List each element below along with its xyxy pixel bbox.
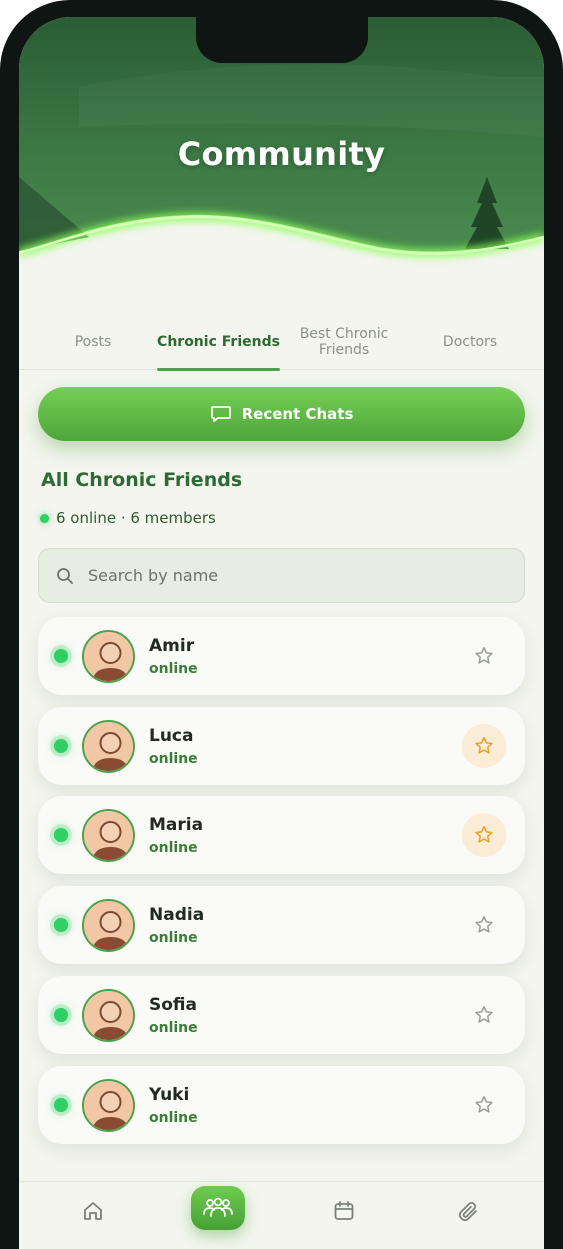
avatar — [82, 899, 135, 952]
nav-calendar[interactable] — [329, 1196, 359, 1226]
tab-chronic-friends[interactable]: Chronic Friends — [157, 313, 280, 371]
search-bar[interactable] — [38, 548, 525, 603]
friend-card[interactable]: Amir online — [38, 617, 525, 695]
avatar — [82, 720, 135, 773]
tab-posts[interactable]: Posts — [43, 313, 143, 370]
online-status-dot — [54, 739, 68, 753]
nav-community[interactable] — [191, 1186, 245, 1230]
friend-status: online — [149, 1110, 198, 1126]
favorite-star-button[interactable] — [462, 903, 506, 947]
friend-status: online — [149, 751, 198, 767]
favorite-star-button[interactable] — [462, 1083, 506, 1127]
search-input[interactable] — [88, 566, 488, 585]
online-indicator-icon — [40, 513, 49, 523]
favorite-star-button[interactable] — [462, 634, 506, 678]
nav-home[interactable] — [78, 1196, 108, 1226]
phone-frame: Community Posts Chronic Friends Best Chr… — [0, 0, 563, 1249]
friend-card[interactable]: Yuki online — [38, 1066, 525, 1144]
recent-chats-label: Recent Chats — [241, 405, 354, 423]
star-icon — [473, 645, 495, 667]
friend-name: Yuki — [149, 1085, 190, 1105]
star-icon — [473, 735, 495, 757]
tab-best-chronic-friends[interactable]: Best Chronic Friends — [290, 313, 398, 370]
friend-name: Sofia — [149, 995, 197, 1015]
favorite-star-button[interactable] — [462, 724, 506, 768]
online-status-dot — [54, 1008, 68, 1022]
home-icon — [84, 1202, 102, 1220]
chat-bubble-icon — [210, 405, 232, 423]
friend-card[interactable]: Sofia online — [38, 976, 525, 1054]
star-icon — [473, 1094, 495, 1116]
star-icon — [473, 1004, 495, 1026]
favorite-star-button[interactable] — [462, 993, 506, 1037]
page-title: Community — [177, 135, 386, 173]
star-icon — [473, 914, 495, 936]
friend-status: online — [149, 1020, 198, 1036]
tab-doctors[interactable]: Doctors — [420, 313, 520, 370]
online-summary: 6 online · 6 members — [40, 509, 216, 527]
app-screen: Community Posts Chronic Friends Best Chr… — [19, 17, 544, 1249]
friend-status: online — [149, 661, 198, 677]
online-status-dot — [54, 918, 68, 932]
bottom-nav — [19, 1181, 544, 1249]
tab-bar: Posts Chronic Friends Best Chronic Frien… — [19, 313, 544, 371]
friend-name: Nadia — [149, 905, 205, 925]
friend-name: Luca — [149, 726, 194, 746]
online-status-dot — [54, 828, 68, 842]
avatar — [82, 989, 135, 1042]
star-icon — [473, 824, 495, 846]
friend-card[interactable]: Luca online — [38, 707, 525, 785]
paperclip-icon — [458, 1201, 477, 1222]
search-icon — [55, 566, 75, 586]
online-summary-text: 6 online · 6 members — [56, 509, 216, 527]
calendar-icon — [334, 1201, 354, 1220]
friend-card[interactable]: Nadia online — [38, 886, 525, 964]
community-icon — [203, 1197, 233, 1217]
friend-status: online — [149, 840, 198, 856]
favorite-star-button[interactable] — [462, 813, 506, 857]
avatar — [82, 1079, 135, 1132]
section-title: All Chronic Friends — [41, 469, 243, 491]
friend-name: Maria — [149, 815, 204, 835]
avatar — [82, 809, 135, 862]
avatar — [82, 630, 135, 683]
friend-name: Amir — [149, 636, 195, 656]
friend-status: online — [149, 930, 198, 946]
device-notch — [196, 17, 368, 63]
online-status-dot — [54, 1098, 68, 1112]
friend-card[interactable]: Maria online — [38, 796, 525, 874]
nav-attachments[interactable] — [454, 1196, 484, 1226]
recent-chats-button[interactable]: Recent Chats — [38, 387, 525, 441]
online-status-dot — [54, 649, 68, 663]
